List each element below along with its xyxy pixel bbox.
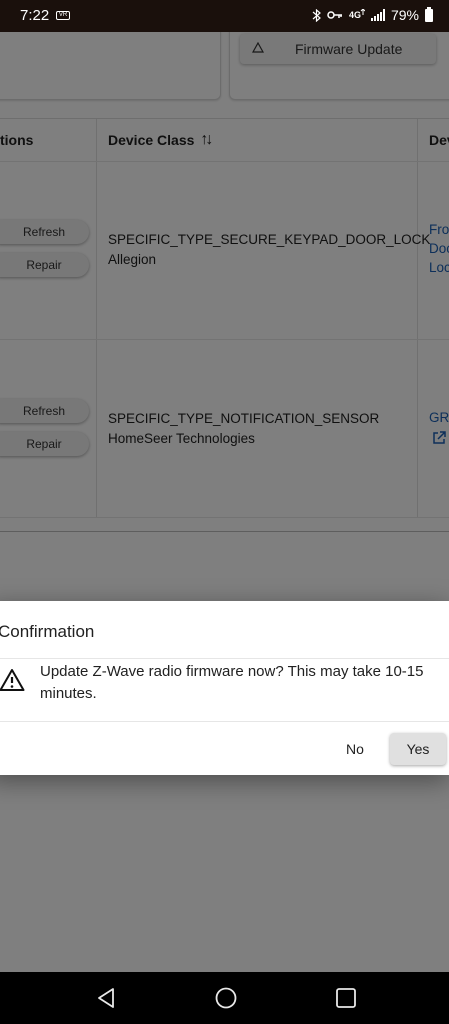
battery-percent: 79%: [390, 7, 419, 23]
system-nav-bar: [0, 972, 449, 1024]
dialog-divider: [0, 658, 449, 659]
modal-backdrop[interactable]: [0, 32, 449, 972]
status-time: 7:22: [20, 7, 50, 24]
bluetooth-icon: [312, 8, 321, 22]
no-button[interactable]: No: [332, 733, 378, 765]
status-icons: 4G 79%: [312, 6, 433, 23]
dialog-divider: [0, 721, 449, 722]
home-icon[interactable]: [214, 986, 238, 1010]
dialog-message: Update Z-Wave radio firmware now? This m…: [40, 663, 424, 702]
recent-apps-icon[interactable]: [334, 986, 358, 1010]
dialog-title: Confirmation: [0, 622, 95, 641]
back-icon[interactable]: [94, 986, 118, 1010]
warning-triangle-icon: [0, 669, 25, 691]
confirmation-dialog: Confirmation Update Z-Wave radio firmwar…: [0, 601, 449, 775]
key-icon: [327, 11, 342, 19]
yes-button[interactable]: Yes: [390, 733, 446, 765]
network-4g-icon: 4G: [349, 9, 365, 20]
battery-icon: [425, 6, 433, 22]
vr-icon: VR: [56, 11, 70, 20]
signal-icon: [370, 9, 385, 21]
status-bar: 7:22 VR 4G 79%: [0, 0, 449, 32]
svg-text:4G: 4G: [349, 10, 361, 20]
